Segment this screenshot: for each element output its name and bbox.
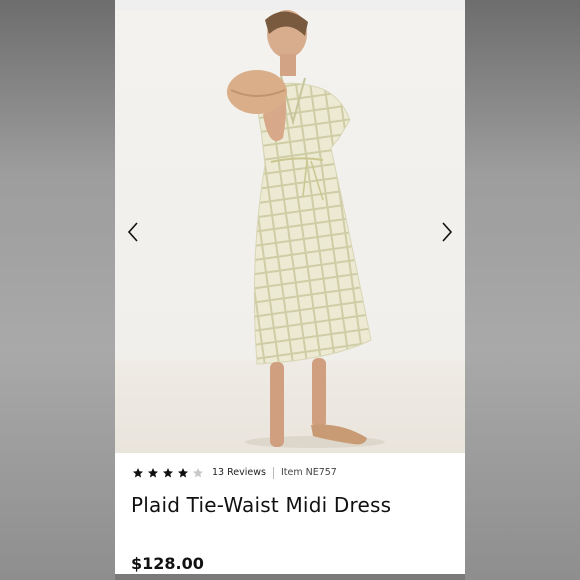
carousel-next-button[interactable] [435, 217, 459, 247]
reviews-link[interactable]: 13 Reviews [212, 467, 274, 479]
star-rating[interactable] [132, 467, 204, 479]
top-strip [115, 0, 465, 10]
chevron-right-icon [442, 222, 453, 242]
product-title: Plaid Tie-Waist Midi Dress [131, 493, 392, 517]
rating-row: 13 Reviews Item NE757 [132, 465, 337, 481]
star-filled-icon [178, 468, 188, 478]
star-empty-icon [193, 468, 203, 478]
product-card: 13 Reviews Item NE757 Plaid Tie-Waist Mi… [115, 10, 465, 580]
star-filled-icon [133, 468, 143, 478]
star-filled-icon [148, 468, 158, 478]
blurred-background-left [0, 0, 115, 580]
star-filled-icon [163, 468, 173, 478]
product-price: $128.00 [131, 554, 204, 573]
blurred-background-right [465, 0, 580, 580]
item-number: Item NE757 [280, 467, 337, 478]
chevron-left-icon [127, 222, 138, 242]
product-info: 13 Reviews Item NE757 Plaid Tie-Waist Mi… [115, 453, 465, 580]
product-image-carousel[interactable] [115, 10, 465, 453]
carousel-prev-button[interactable] [121, 217, 145, 247]
product-photo [227, 10, 385, 448]
bottom-bar [115, 574, 465, 580]
